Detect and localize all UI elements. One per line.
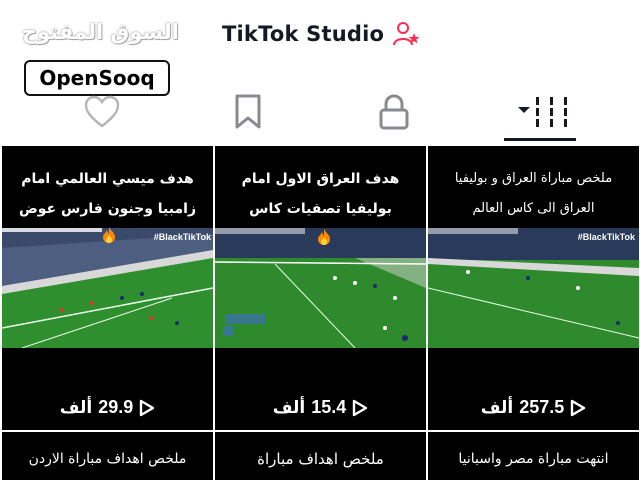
bookmark-icon bbox=[235, 94, 261, 129]
video-tile-iraq-summary[interactable]: ملخص مباراة العراق و بوليفيا العراق الى … bbox=[428, 146, 639, 430]
video-tile-egypt-spain[interactable]: انتهت مباراة مصر واسبانيا bbox=[428, 432, 639, 480]
fire-icon bbox=[102, 226, 116, 244]
video-caption: ملخص اهداف مباراة bbox=[257, 450, 384, 468]
tab-videos[interactable] bbox=[492, 84, 592, 140]
views-unit: ألف bbox=[59, 397, 93, 418]
active-tab-indicator bbox=[504, 138, 576, 141]
caption-line: هدف العراق الاول امام bbox=[241, 171, 400, 187]
view-count: 257.5 bbox=[519, 397, 565, 417]
view-stats: ألف 15.4 bbox=[215, 397, 426, 418]
play-icon bbox=[140, 399, 155, 416]
tab-private[interactable] bbox=[344, 84, 444, 140]
tab-saved[interactable] bbox=[198, 84, 298, 140]
video-caption: انتهت مباراة مصر واسبانيا bbox=[458, 451, 609, 467]
video-caption: هدف ميسي العالمي امام زامبيا وجنون فارس … bbox=[2, 164, 213, 224]
tab-liked[interactable] bbox=[52, 84, 152, 140]
view-count: 15.4 bbox=[311, 397, 347, 417]
grid-icon bbox=[518, 97, 570, 127]
views-unit: ألف bbox=[272, 397, 306, 418]
video-caption: ملخص اهداف مباراة الاردن bbox=[28, 451, 187, 467]
video-grid: هدف ميسي العالمي امام زامبيا وجنون فارس … bbox=[0, 144, 640, 480]
video-tile-jordan[interactable]: ملخص اهداف مباراة الاردن bbox=[2, 432, 213, 480]
play-icon bbox=[353, 399, 368, 416]
video-tag: #BlackTikTok bbox=[577, 232, 635, 242]
lock-icon bbox=[379, 94, 409, 130]
caption-line: زامبيا وجنون فارس عوض bbox=[18, 201, 197, 217]
caption-line: العراق الى كاس العالم bbox=[472, 201, 595, 216]
caption-line: هدف ميسي العالمي امام bbox=[21, 171, 194, 187]
video-caption: ملخص مباراة العراق و بوليفيا العراق الى … bbox=[428, 164, 639, 224]
view-stats: ألف 257.5 bbox=[428, 397, 639, 418]
page-title: TikTok Studio bbox=[222, 22, 385, 46]
watermark-arabic: السوق المفتوح bbox=[22, 20, 179, 44]
view-stats: ألف 29.9 bbox=[2, 397, 213, 418]
video-tile-messi[interactable]: هدف ميسي العالمي امام زامبيا وجنون فارس … bbox=[2, 146, 213, 430]
video-thumbnail bbox=[428, 228, 639, 348]
pitch-image bbox=[2, 228, 213, 348]
video-thumbnail bbox=[2, 228, 213, 348]
pitch-image bbox=[428, 228, 639, 348]
caption-line: ملخص مباراة العراق و بوليفيا bbox=[454, 171, 613, 186]
fire-icon bbox=[317, 228, 331, 246]
add-user-icon[interactable] bbox=[392, 20, 420, 48]
video-tile-goals-summary[interactable]: ملخص اهداف مباراة bbox=[215, 432, 426, 480]
profile-tabs bbox=[0, 84, 640, 142]
view-count: 29.9 bbox=[98, 397, 134, 417]
play-icon bbox=[571, 399, 586, 416]
video-tag: #BlackTikTok bbox=[153, 232, 211, 242]
heart-icon bbox=[84, 95, 120, 128]
views-unit: ألف bbox=[480, 397, 514, 418]
video-tile-iraq-goal[interactable]: هدف العراق الاول امام بوليفيا تصفيات كاس… bbox=[215, 146, 426, 430]
title-area: TikTok Studio bbox=[222, 20, 420, 48]
